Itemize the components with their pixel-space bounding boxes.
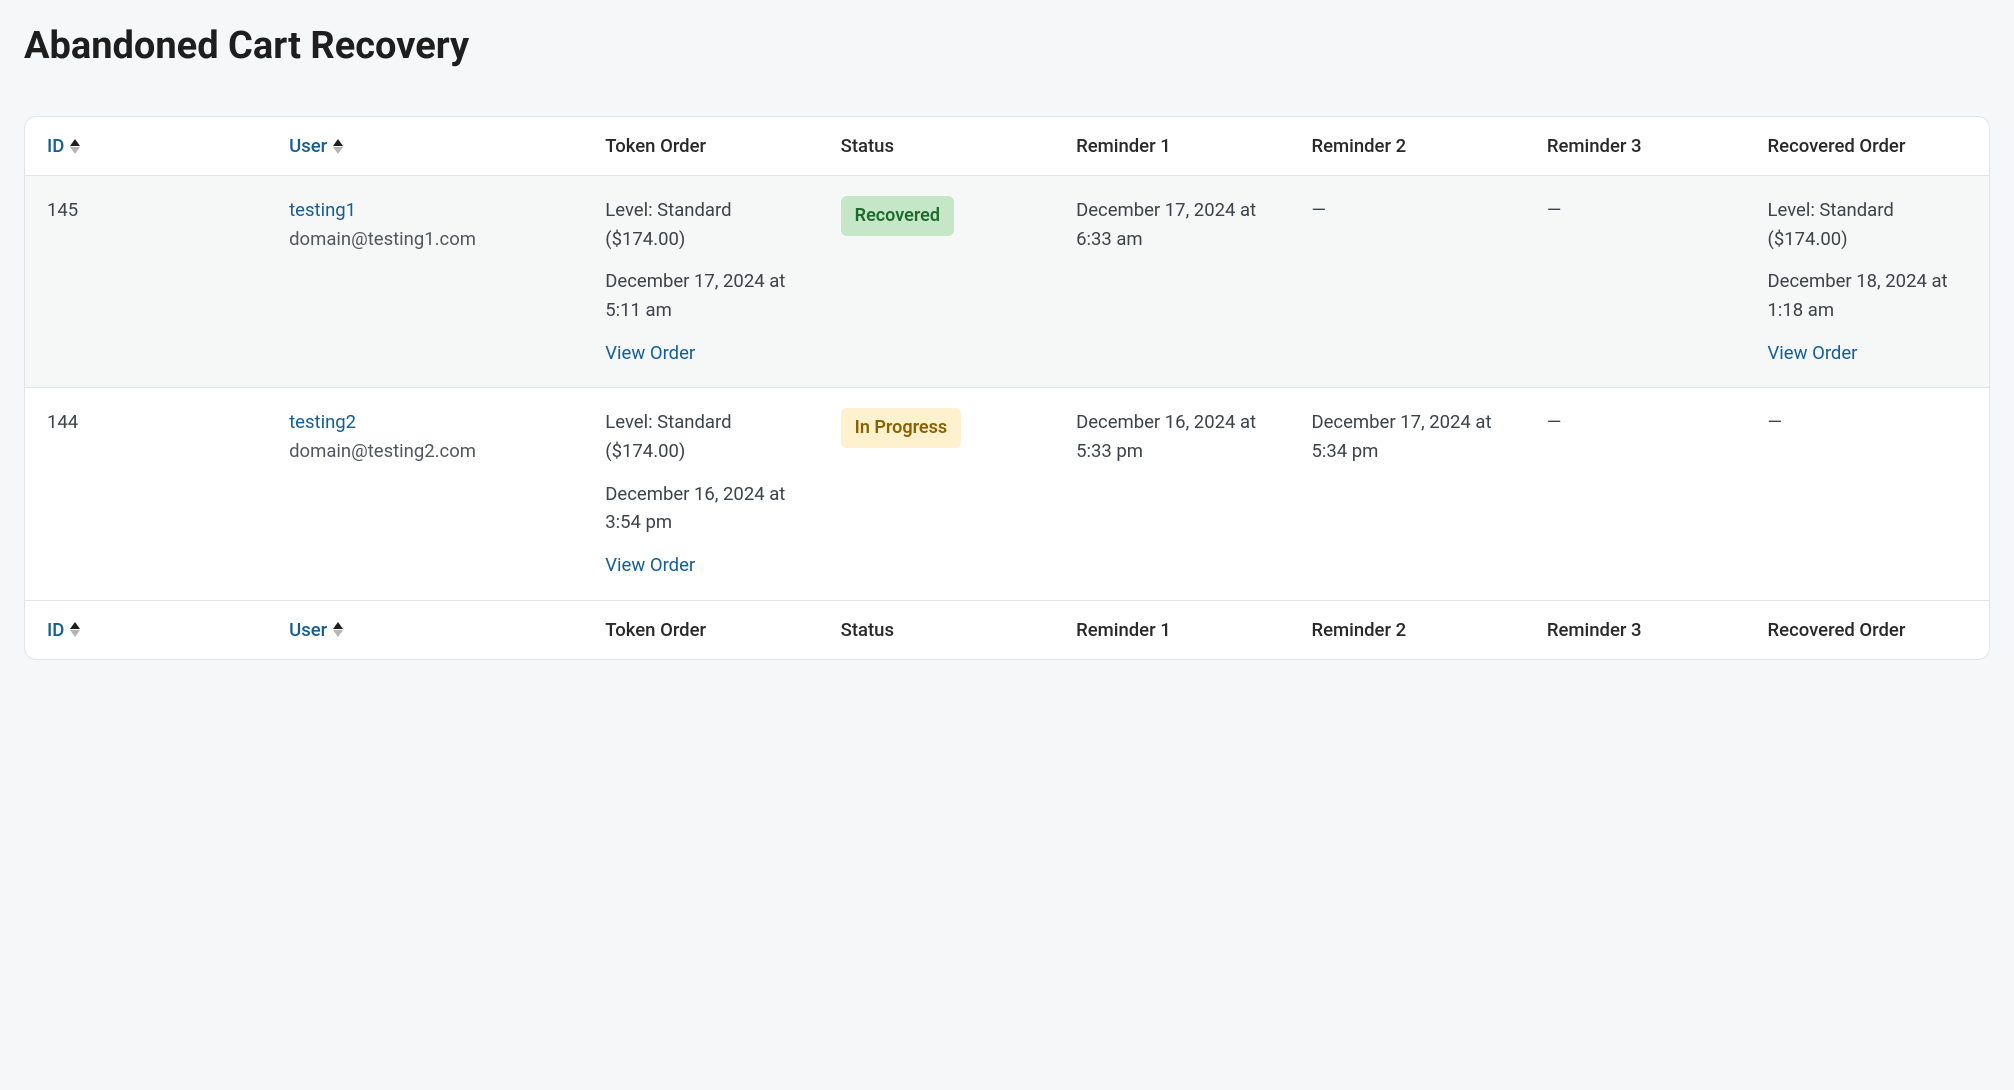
cell-reminder-2: —	[1297, 176, 1532, 388]
cell-user: testing2domain@testing2.com	[275, 388, 591, 600]
header-user[interactable]: User	[275, 117, 591, 176]
table-header: ID User	[25, 117, 1989, 176]
header-reminder-2: Reminder 2	[1297, 117, 1532, 176]
user-link[interactable]: testing1	[289, 196, 577, 225]
user-email: domain@testing1.com	[289, 225, 577, 254]
sort-icon	[333, 139, 343, 154]
token-level: Level: Standard ($174.00)	[605, 196, 812, 253]
recovered-date: December 18, 2024 at 1:18 am	[1768, 267, 1967, 324]
cell-status: Recovered	[827, 176, 1062, 388]
footer-token-order: Token Order	[591, 600, 826, 659]
footer-reminder-3: Reminder 3	[1533, 600, 1754, 659]
header-id-label: ID	[47, 135, 64, 157]
header-reminder-1: Reminder 1	[1062, 117, 1297, 176]
cell-reminder-2: December 17, 2024 at 5:34 pm	[1297, 388, 1532, 600]
cell-reminder-3: —	[1533, 176, 1754, 388]
cell-id: 144	[25, 388, 275, 600]
footer-reminder-1: Reminder 1	[1062, 600, 1297, 659]
cart-recovery-table-container: ID User	[24, 116, 1990, 660]
cell-id: 145	[25, 176, 275, 388]
token-date: December 16, 2024 at 3:54 pm	[605, 480, 812, 537]
footer-id-label: ID	[47, 619, 64, 641]
header-recovered-order: Recovered Order	[1754, 117, 1989, 176]
view-order-link[interactable]: View Order	[605, 551, 812, 580]
footer-status: Status	[827, 600, 1062, 659]
cell-reminder-1: December 16, 2024 at 5:33 pm	[1062, 388, 1297, 600]
footer-reminder-2: Reminder 2	[1297, 600, 1532, 659]
footer-user-label: User	[289, 619, 327, 641]
cell-recovered-order: Level: Standard ($174.00) December 18, 20…	[1754, 176, 1989, 388]
cell-status: In Progress	[827, 388, 1062, 600]
table-row: 144testing2domain@testing2.comLevel: Sta…	[25, 388, 1989, 600]
header-reminder-3: Reminder 3	[1533, 117, 1754, 176]
token-level: Level: Standard ($174.00)	[605, 408, 812, 465]
footer-id[interactable]: ID	[25, 600, 275, 659]
header-id[interactable]: ID	[25, 117, 275, 176]
token-date: December 17, 2024 at 5:11 am	[605, 267, 812, 324]
user-email: domain@testing2.com	[289, 437, 577, 466]
cart-recovery-table: ID User	[25, 117, 1989, 659]
cell-token-order: Level: Standard ($174.00) December 17, 20…	[591, 176, 826, 388]
view-order-link[interactable]: View Order	[1768, 339, 1967, 368]
view-order-link[interactable]: View Order	[605, 339, 812, 368]
sort-icon	[70, 139, 80, 154]
header-status: Status	[827, 117, 1062, 176]
status-badge: In Progress	[841, 408, 961, 448]
table-footer: ID User	[25, 600, 1989, 659]
header-token-order: Token Order	[591, 117, 826, 176]
table-row: 145testing1domain@testing1.comLevel: Sta…	[25, 176, 1989, 388]
cell-user: testing1domain@testing1.com	[275, 176, 591, 388]
sort-icon	[333, 622, 343, 637]
cell-recovered-order: —	[1754, 388, 1989, 600]
footer-recovered-order: Recovered Order	[1754, 600, 1989, 659]
cell-reminder-1: December 17, 2024 at 6:33 am	[1062, 176, 1297, 388]
user-link[interactable]: testing2	[289, 408, 577, 437]
table-body: 145testing1domain@testing1.comLevel: Sta…	[25, 176, 1989, 601]
sort-icon	[70, 622, 80, 637]
header-user-label: User	[289, 135, 327, 157]
page-title: Abandoned Cart Recovery	[24, 24, 1990, 68]
footer-user[interactable]: User	[275, 600, 591, 659]
status-badge: Recovered	[841, 196, 954, 236]
cell-token-order: Level: Standard ($174.00) December 16, 20…	[591, 388, 826, 600]
cell-reminder-3: —	[1533, 388, 1754, 600]
recovered-level: Level: Standard ($174.00)	[1768, 196, 1967, 253]
